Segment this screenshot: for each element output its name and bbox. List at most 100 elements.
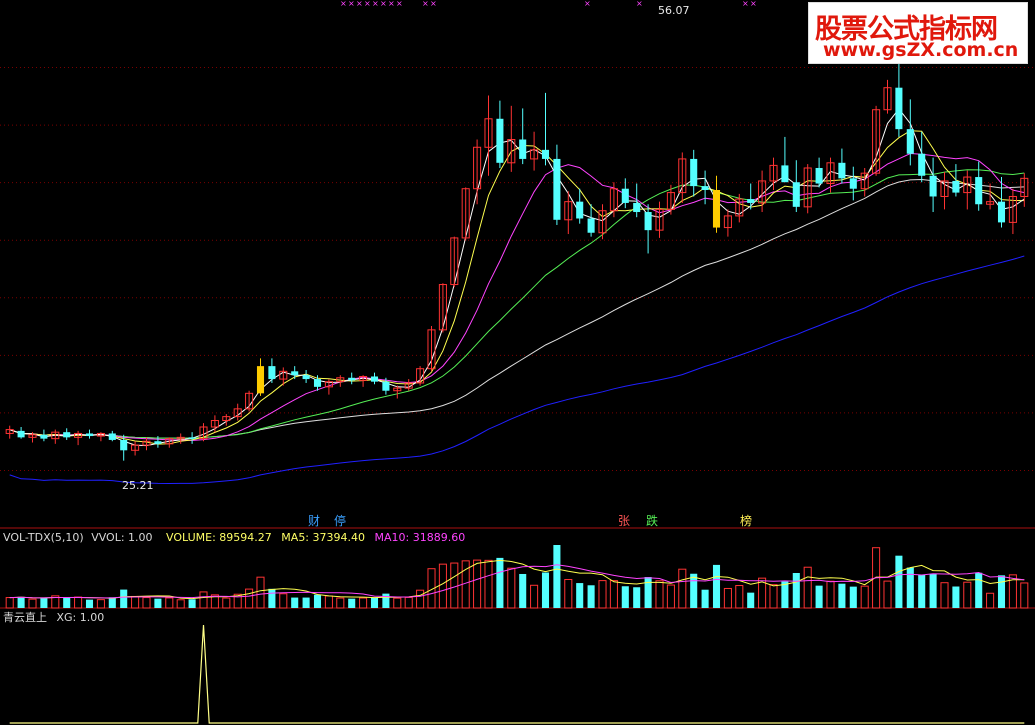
candle-body <box>302 375 310 380</box>
volume-bar <box>313 594 322 608</box>
ma-line-blue <box>9 255 1025 485</box>
indicator-xg-value: XG: 1.00 <box>56 611 105 624</box>
candle-body <box>291 371 299 376</box>
candle-body <box>621 188 629 203</box>
ma-line-long <box>9 178 1025 439</box>
volume-bar <box>96 599 105 609</box>
volume-bar <box>553 545 561 608</box>
candle-body <box>85 433 94 437</box>
volume-bar <box>438 563 447 609</box>
volume-bar <box>781 581 789 608</box>
signal-mark: × <box>348 0 355 8</box>
volume-bar <box>404 596 413 609</box>
volume-bar <box>188 599 196 608</box>
volume-bar <box>576 583 584 608</box>
volume-bar <box>655 580 664 609</box>
volume-bar <box>678 568 687 609</box>
indicator-header: 青云直上 XG: 1.00 <box>3 611 104 624</box>
volume-bar <box>165 597 174 609</box>
volume-bar <box>644 577 652 608</box>
volume-bar <box>849 586 857 608</box>
volume-bar <box>28 598 37 609</box>
volume-bar <box>268 588 276 608</box>
event-marker-die[interactable]: 跌 <box>644 514 660 528</box>
volume-bar <box>530 584 539 609</box>
volume-bar <box>108 597 116 608</box>
volume-bar <box>359 597 368 609</box>
volume-bar <box>621 586 629 608</box>
event-marker-zhang[interactable]: 张 <box>616 514 632 528</box>
volume-bar <box>803 566 812 609</box>
volume-ma5-value: MA5: 37394.40 <box>281 531 365 544</box>
volume-bar <box>302 597 310 608</box>
volume-bar <box>222 597 231 609</box>
volume-bar <box>291 597 299 608</box>
candle-body <box>576 201 584 219</box>
volume-ma10-value: MA10: 31889.60 <box>374 531 466 544</box>
candle-body <box>541 149 550 159</box>
volume-bar <box>952 586 960 608</box>
candle-body <box>838 162 846 179</box>
candle-body <box>633 202 641 213</box>
candle-body <box>40 434 48 439</box>
candle-body <box>849 178 857 189</box>
volume-bar <box>860 585 869 609</box>
candle-body <box>519 139 527 159</box>
signal-mark: × <box>340 0 347 8</box>
indicator-name: 青云直上 <box>3 611 47 624</box>
volume-bar <box>895 555 903 608</box>
volume-bar <box>690 573 698 608</box>
candle-body <box>120 439 128 451</box>
volume-bar <box>997 575 1006 608</box>
signal-mark: × <box>380 0 387 8</box>
volume-bar <box>336 597 345 609</box>
volume-bar <box>279 593 288 609</box>
volume-bar <box>666 584 675 609</box>
volume-bar <box>963 581 972 609</box>
candle-body <box>701 186 709 191</box>
candle-body <box>108 433 116 440</box>
candle-body <box>313 379 322 387</box>
candle-body <box>918 153 926 176</box>
volume-title: VOL-TDX(5,10) <box>3 531 84 544</box>
signal-mark: × <box>364 0 371 8</box>
signal-mark: × <box>372 0 379 8</box>
candle-body <box>895 87 903 130</box>
event-marker-cai[interactable]: 财 <box>306 514 322 528</box>
volume-bar <box>85 599 94 608</box>
volume-bar <box>633 587 641 608</box>
candle-body <box>553 158 561 220</box>
candle-body <box>690 158 698 187</box>
volume-bar <box>815 585 823 608</box>
candle-body <box>975 177 983 205</box>
signal-mark: × <box>584 0 591 8</box>
candle-body <box>792 182 800 207</box>
volume-header: VOL-TDX(5,10) VVOL: 1.00 VOLUME: 89594.2… <box>3 531 465 544</box>
candle-body <box>712 190 721 228</box>
volume-bar <box>245 588 254 609</box>
volume-bar <box>918 574 926 608</box>
candle-body <box>644 212 652 231</box>
candle-body <box>747 199 755 203</box>
volume-bar <box>382 593 390 608</box>
volume-bar <box>1020 582 1029 609</box>
volume-bar <box>769 584 778 609</box>
volume-bar <box>370 597 379 608</box>
volume-bar <box>131 595 140 609</box>
volume-bar <box>712 564 721 608</box>
volume-bar <box>17 596 25 608</box>
volume-bar <box>940 582 949 609</box>
signal-mark: × <box>396 0 403 8</box>
candle-body <box>929 175 937 197</box>
volume-bar <box>154 598 162 608</box>
volume-bar <box>541 572 550 608</box>
volume-value: VOLUME: 89594.27 <box>166 531 272 544</box>
candle-body <box>382 381 390 391</box>
candle-body <box>268 366 276 380</box>
event-marker-ting[interactable]: 停 <box>332 514 348 528</box>
volume-bar <box>975 572 983 608</box>
watermark-logo: 股票公式指标网 www.gsZX.com.cn <box>808 2 1028 64</box>
signal-mark: × <box>750 0 757 8</box>
event-marker-bang[interactable]: 榜 <box>738 514 754 528</box>
volume-bar <box>256 576 265 609</box>
